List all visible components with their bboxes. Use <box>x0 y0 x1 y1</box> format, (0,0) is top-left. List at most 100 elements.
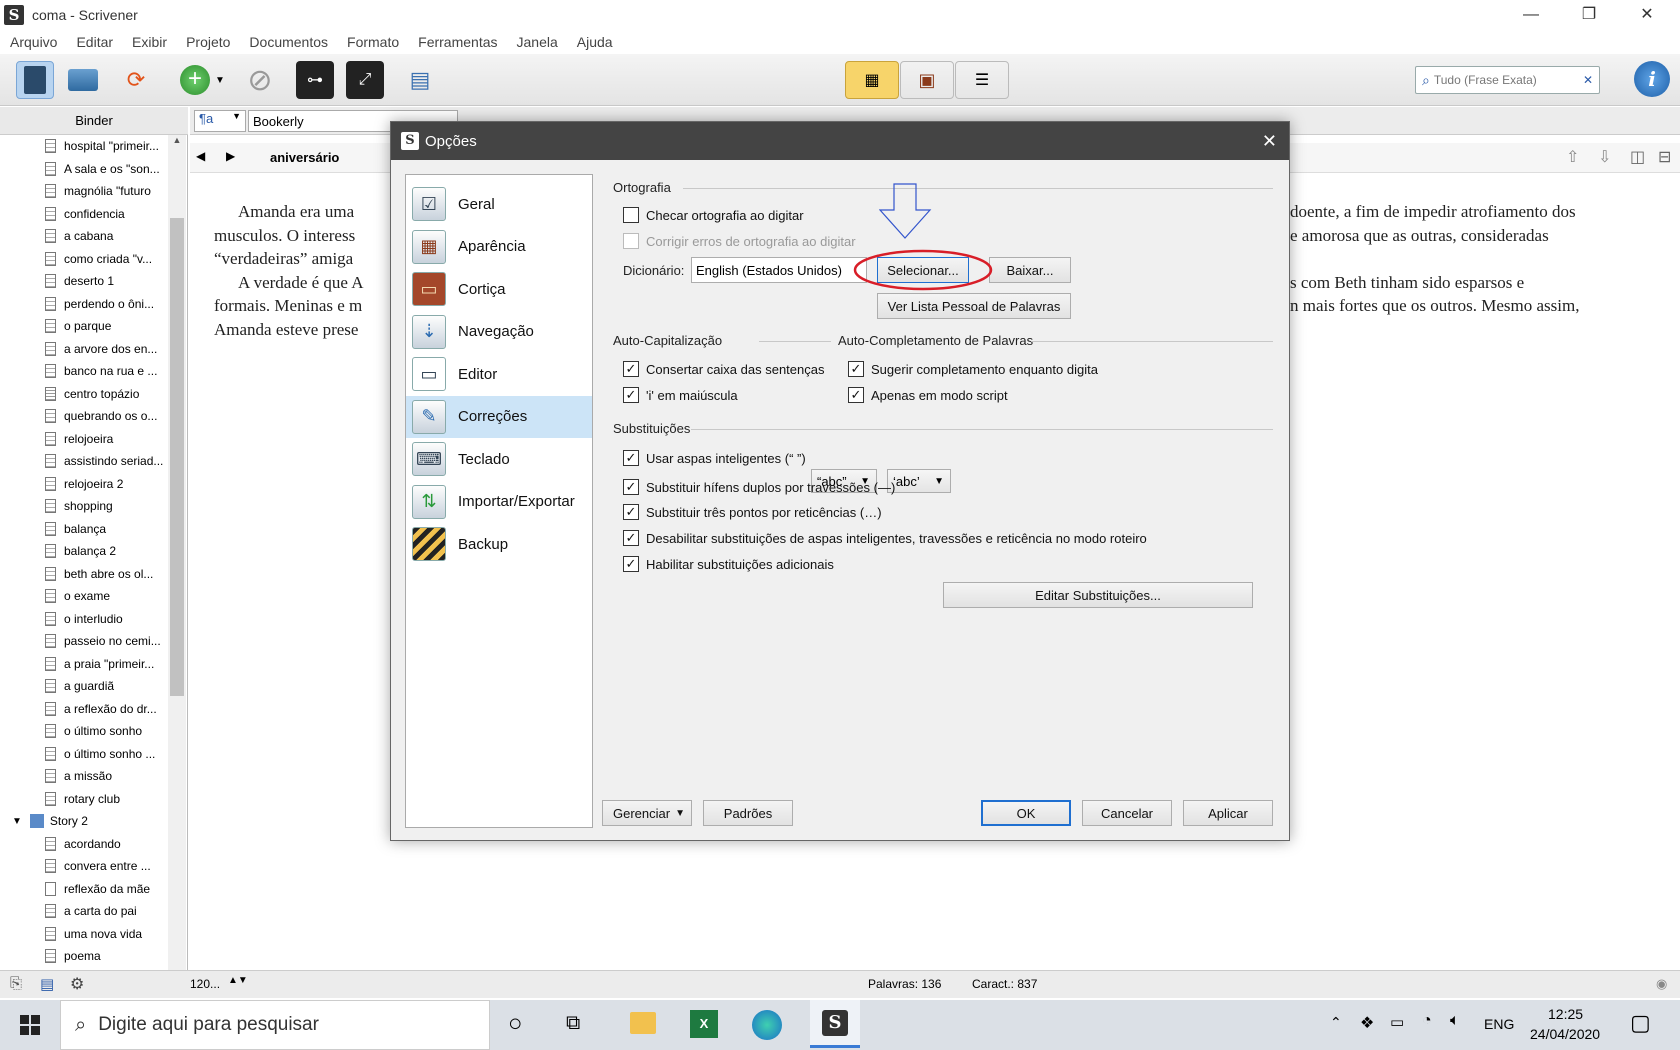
project-search-input[interactable]: ⌕ Tudo (Frase Exata) ✕ <box>1415 66 1600 94</box>
binder-item[interactable]: o parque <box>0 315 187 338</box>
minimize-button[interactable]: — <box>1502 0 1560 30</box>
binder-item[interactable]: centro topázio <box>0 383 187 406</box>
binder-item[interactable]: o interludio <box>0 608 187 631</box>
binder-item[interactable]: quebrando os o... <box>0 405 187 428</box>
binder-item[interactable]: relojoeira 2 <box>0 473 187 496</box>
binder-item[interactable]: a guardiã <box>0 675 187 698</box>
check-spelling-option[interactable]: Checar ortografia ao digitar <box>623 207 804 223</box>
target-icon[interactable]: ◉ <box>1656 976 1667 992</box>
battery-icon[interactable]: ▭ <box>1390 1013 1404 1031</box>
view-document-icon[interactable]: ▦ <box>845 61 899 99</box>
apply-button[interactable]: Aplicar <box>1183 800 1273 826</box>
binder-item[interactable]: como criada "v... <box>0 248 187 271</box>
binder-item[interactable]: relojoeira <box>0 428 187 451</box>
add-dropdown-icon[interactable]: ▼ <box>212 61 228 99</box>
menu-ajuda[interactable]: Ajuda <box>577 34 613 50</box>
check-spelling-checkbox[interactable] <box>623 207 639 223</box>
volume-icon[interactable]: 🔈︎ <box>1450 1012 1460 1030</box>
nav-correcoes[interactable]: ✎ Correções <box>406 395 592 438</box>
i-upper-checkbox[interactable]: ✓ <box>623 387 639 403</box>
binder-item[interactable]: uma nova vida <box>0 923 187 946</box>
ellipses-option[interactable]: ✓ Substituir três pontos por reticências … <box>623 504 882 520</box>
file-explorer-icon[interactable] <box>630 1012 656 1034</box>
menu-exibir[interactable]: Exibir <box>132 34 167 50</box>
nav-cortica[interactable]: ▭ Cortiça <box>406 268 592 311</box>
dropbox-icon[interactable]: ❖ <box>1360 1013 1374 1033</box>
i-upper-option[interactable]: ✓'i' em maiúscula <box>623 387 738 403</box>
fix-case-checkbox[interactable]: ✓ <box>623 361 639 377</box>
binder-item[interactable]: a praia "primeir... <box>0 653 187 676</box>
nav-backup[interactable]: Backup <box>406 523 592 566</box>
disable-script-checkbox[interactable]: ✓ <box>623 530 639 546</box>
windows-start-icon[interactable] <box>0 1000 60 1050</box>
down-arrow-icon[interactable]: ⇩ <box>1598 147 1611 167</box>
binder-item[interactable]: acordando <box>0 833 187 856</box>
binder-item[interactable]: a missão <box>0 765 187 788</box>
scrivener-taskbar-icon[interactable]: S <box>810 1000 860 1048</box>
extra-subs-option[interactable]: ✓ Habilitar substituições adicionais <box>623 556 834 572</box>
binder-item[interactable]: reflexão da mãe <box>0 878 187 901</box>
binder-item[interactable]: A sala e os "son... <box>0 158 187 181</box>
tray-chevron-icon[interactable]: ⌃ <box>1330 1014 1342 1031</box>
nav-navegacao[interactable]: ⇣ Navegação <box>406 311 592 354</box>
binder-item[interactable]: confidencia <box>0 203 187 226</box>
binder-item[interactable]: banco na rua e ... <box>0 360 187 383</box>
compile-icon[interactable]: ▤ <box>401 61 439 99</box>
menu-documentos[interactable]: Documentos <box>249 34 328 50</box>
extra-subs-checkbox[interactable]: ✓ <box>623 556 639 572</box>
binder-item[interactable]: shopping <box>0 495 187 518</box>
binder-item[interactable]: deserto 1 <box>0 270 187 293</box>
suggest-checkbox[interactable]: ✓ <box>848 361 864 377</box>
binder-item[interactable]: a carta do pai <box>0 900 187 923</box>
binder-item[interactable]: balança <box>0 518 187 541</box>
clock-time[interactable]: 12:25 <box>1548 1006 1583 1022</box>
chevron-down-icon[interactable]: ▼ <box>12 816 22 827</box>
back-icon[interactable]: ◀ <box>196 149 205 163</box>
defaults-button[interactable]: Padrões <box>703 800 793 826</box>
single-quote-style-select[interactable]: ‘abc’ ▼ <box>887 469 951 493</box>
dashes-option[interactable]: ✓ Substituir hífens duplos por travessões… <box>623 479 895 495</box>
nav-editor[interactable]: ▭ Editor <box>406 353 592 396</box>
binder-item[interactable]: assistindo seriad... <box>0 450 187 473</box>
binder-scroll-thumb[interactable] <box>170 218 184 696</box>
script-only-option[interactable]: ✓ Apenas em modo script <box>848 387 1008 403</box>
ok-button[interactable]: OK <box>981 800 1071 826</box>
binder-item[interactable]: o último sonho ... <box>0 743 187 766</box>
menu-janela[interactable]: Janela <box>517 34 558 50</box>
suggest-option[interactable]: ✓ Sugerir completamento enquanto digita <box>848 361 1098 377</box>
edit-substitutions-button[interactable]: Editar Substituições... <box>943 582 1253 608</box>
forward-icon[interactable]: ▶ <box>226 149 235 163</box>
binder-group-story-2[interactable]: ▼ Story 2 <box>0 810 187 833</box>
keywords-icon[interactable]: ⊶ <box>296 61 334 99</box>
nav-geral[interactable]: ☑ Geral <box>406 183 592 226</box>
smart-quotes-option[interactable]: ✓ Usar aspas inteligentes (“ ”) <box>623 450 806 466</box>
edge-icon[interactable] <box>752 1010 782 1040</box>
binder-item[interactable]: hospital "primeir... <box>0 135 187 158</box>
disable-script-option[interactable]: ✓ Desabilitar substituições de aspas inte… <box>623 530 1147 546</box>
menu-projeto[interactable]: Projeto <box>186 34 230 50</box>
manage-button[interactable]: Gerenciar ▼ <box>602 800 692 826</box>
close-window-button[interactable]: ✕ <box>1618 0 1676 30</box>
menu-editar[interactable]: Editar <box>76 34 113 50</box>
view-outline-icon[interactable]: ☰ <box>955 61 1009 99</box>
paragraph-style-select[interactable]: ¶a ▼ <box>194 110 246 132</box>
binder-item[interactable]: balança 2 <box>0 540 187 563</box>
inspector-folder-icon[interactable] <box>64 61 102 99</box>
binder-item[interactable]: o exame <box>0 585 187 608</box>
personal-word-list-button[interactable]: Ver Lista Pessoal de Palavras <box>877 293 1071 319</box>
split-horizontal-icon[interactable]: ⊟ <box>1658 147 1671 167</box>
scroll-up-icon[interactable]: ▲ <box>168 135 186 145</box>
gear-icon[interactable]: ⚙ <box>70 974 84 994</box>
cortana-icon[interactable]: ○ <box>508 1010 523 1038</box>
ellipses-checkbox[interactable]: ✓ <box>623 504 639 520</box>
download-dictionary-button[interactable]: Baixar... <box>989 257 1071 283</box>
fix-case-option[interactable]: ✓ Consertar caixa das sentenças <box>623 361 824 377</box>
language-indicator[interactable]: ENG <box>1484 1016 1514 1032</box>
fullscreen-icon[interactable]: ⤢ <box>346 61 384 99</box>
menu-formato[interactable]: Formato <box>347 34 399 50</box>
binder-item[interactable]: a reflexão do dr... <box>0 698 187 721</box>
binder-item[interactable]: poema <box>0 945 187 968</box>
clear-search-icon[interactable]: ✕ <box>1583 73 1593 87</box>
binder-item[interactable]: a arvore dos en... <box>0 338 187 361</box>
cancel-button[interactable]: Cancelar <box>1082 800 1172 826</box>
